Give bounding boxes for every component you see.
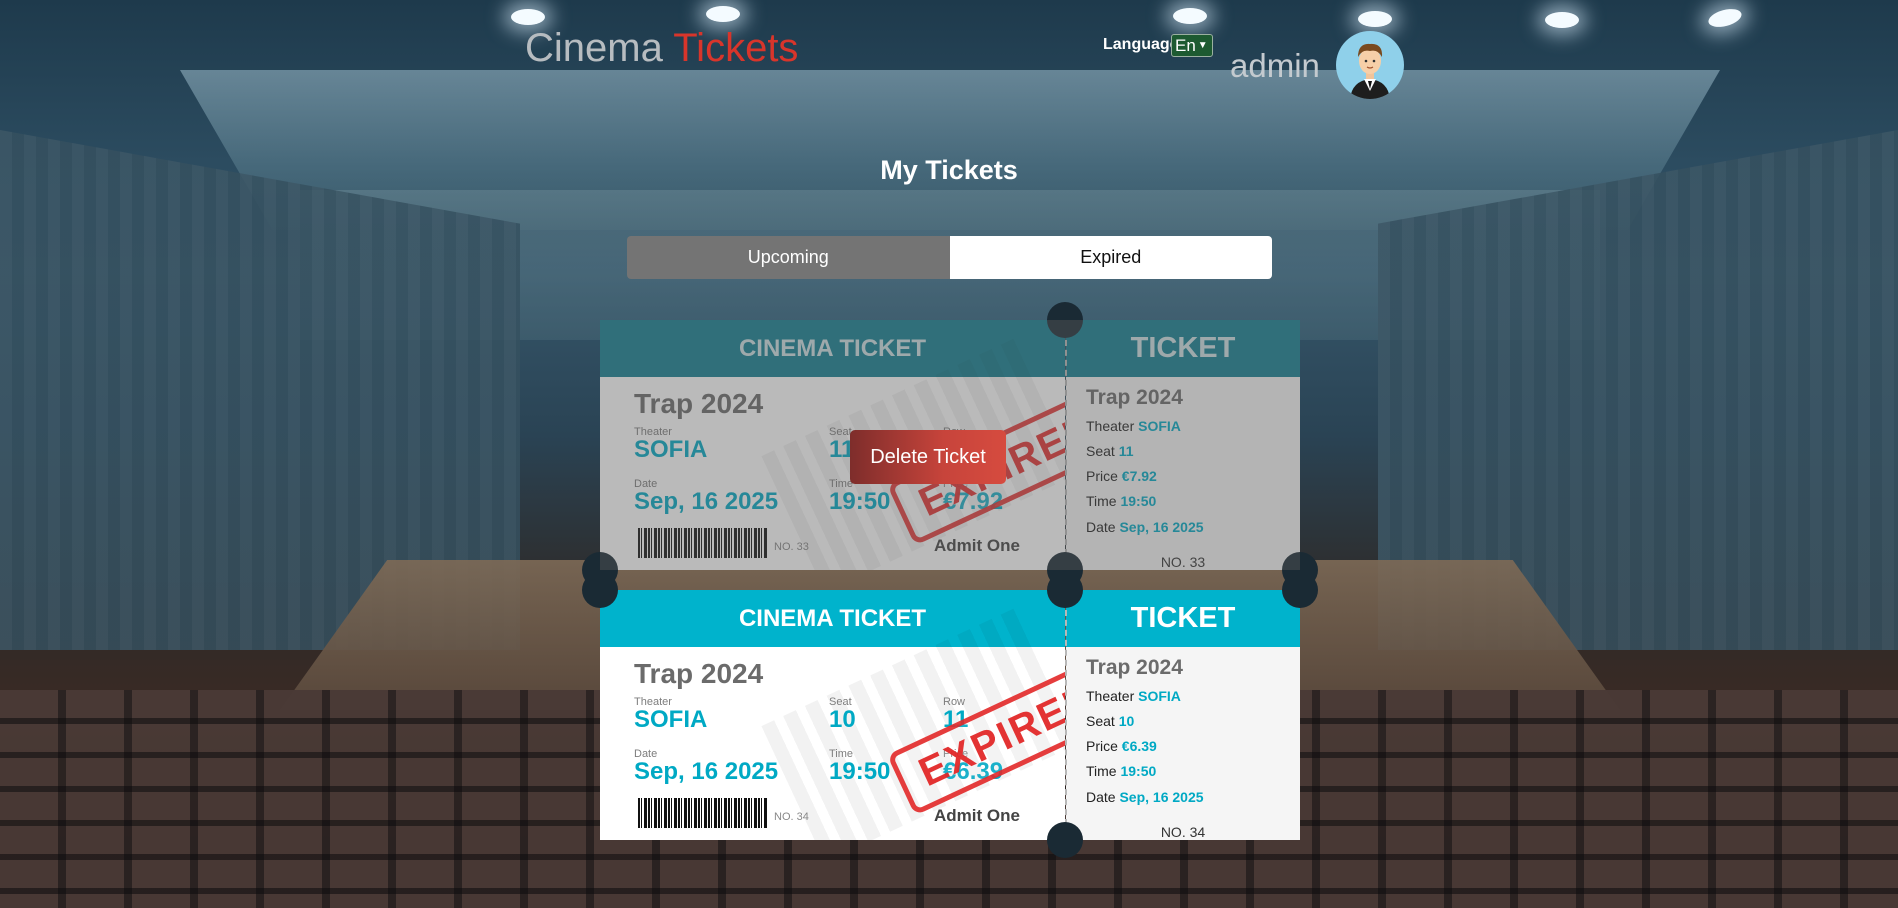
stub-date: Date Sep, 16 2025	[1086, 789, 1204, 805]
ticket-notch	[1047, 572, 1083, 608]
theater-ceiling	[180, 70, 1720, 230]
site-logo[interactable]: Cinema Tickets	[525, 26, 798, 71]
stub-price: Price €7.92	[1086, 468, 1157, 484]
stub-header: TICKET	[1066, 320, 1300, 377]
ticket-notch	[1047, 822, 1083, 858]
stub-theater: Theater SOFIA	[1086, 688, 1181, 704]
time-value: 19:50	[829, 488, 891, 515]
ticket-notch	[1282, 572, 1318, 608]
ceiling-light	[1545, 12, 1579, 28]
perforation-line	[1065, 330, 1067, 565]
stub-movie-title: Trap 2024	[1086, 656, 1183, 679]
stub-ticket-number: NO. 34	[1160, 824, 1206, 840]
ceiling-light	[1173, 8, 1207, 24]
page-title: My Tickets	[880, 155, 1018, 185]
movie-title: Trap 2024	[634, 388, 764, 419]
ticket-stub: TICKET Trap 2024 Theater SOFIA Seat 11 P…	[1066, 320, 1300, 570]
time-value: 19:50	[829, 758, 891, 785]
stub-seat: Seat 10	[1086, 713, 1135, 729]
ticket-number: NO. 34	[774, 811, 809, 823]
theater-wall-right	[1378, 130, 1898, 650]
tab-upcoming[interactable]: Upcoming	[627, 236, 950, 279]
language-value: En	[1175, 35, 1196, 55]
movie-title: Trap 2024	[634, 658, 764, 689]
ticket-stub: TICKET Trap 2024 Theater SOFIA Seat 10 P…	[1066, 590, 1300, 840]
ceiling-light	[511, 9, 545, 25]
ticket-notch	[582, 572, 618, 608]
chevron-down-icon: ▼	[1197, 40, 1208, 51]
barcode	[638, 528, 768, 558]
language-label: Language	[1103, 36, 1179, 53]
stub-time: Time 19:50	[1086, 763, 1157, 779]
date-value: Sep, 16 2025	[634, 488, 779, 515]
stub-date: Date Sep, 16 2025	[1086, 519, 1204, 535]
ticket-card[interactable]: CINEMA TICKET Trap 2024 Theater SOFIA Se…	[582, 572, 1318, 858]
ceiling-light	[1706, 5, 1744, 31]
admit-one-label: Admit One	[934, 536, 1020, 555]
ticket-number: NO. 33	[774, 541, 809, 553]
stub-movie-title: Trap 2024	[1086, 386, 1183, 409]
theater-value: SOFIA	[634, 706, 708, 733]
ceiling-light	[1358, 11, 1392, 27]
language-select[interactable]: En ▼	[1171, 34, 1213, 57]
username[interactable]: admin	[1230, 47, 1320, 85]
barcode	[638, 798, 768, 828]
perforation-line	[1065, 600, 1067, 835]
ticket-notch	[1047, 302, 1083, 338]
stub-theater: Theater SOFIA	[1086, 418, 1181, 434]
tab-expired[interactable]: Expired	[949, 236, 1272, 279]
delete-ticket-button[interactable]: Delete Ticket	[850, 430, 1006, 484]
admit-one-label: Admit One	[934, 806, 1020, 825]
ceiling-light	[706, 6, 740, 22]
theater-value: SOFIA	[634, 436, 708, 463]
logo-text-cinema: Cinema	[525, 26, 663, 70]
stub-header: TICKET	[1066, 590, 1300, 647]
date-value: Sep, 16 2025	[634, 758, 779, 785]
stub-price: Price €6.39	[1086, 738, 1157, 754]
avatar[interactable]	[1336, 31, 1404, 99]
stub-time: Time 19:50	[1086, 493, 1157, 509]
ticket-main: CINEMA TICKET Trap 2024 Theater SOFIA Se…	[600, 590, 1065, 840]
logo-text-tickets: Tickets	[673, 26, 799, 70]
ticket-tabs: Upcoming Expired	[627, 236, 1272, 279]
theater-wall-left	[0, 130, 520, 650]
stub-seat: Seat 11	[1086, 443, 1134, 459]
seat-value: 10	[829, 706, 856, 733]
stub-ticket-number: NO. 33	[1160, 554, 1206, 570]
user-avatar-icon	[1350, 43, 1390, 99]
